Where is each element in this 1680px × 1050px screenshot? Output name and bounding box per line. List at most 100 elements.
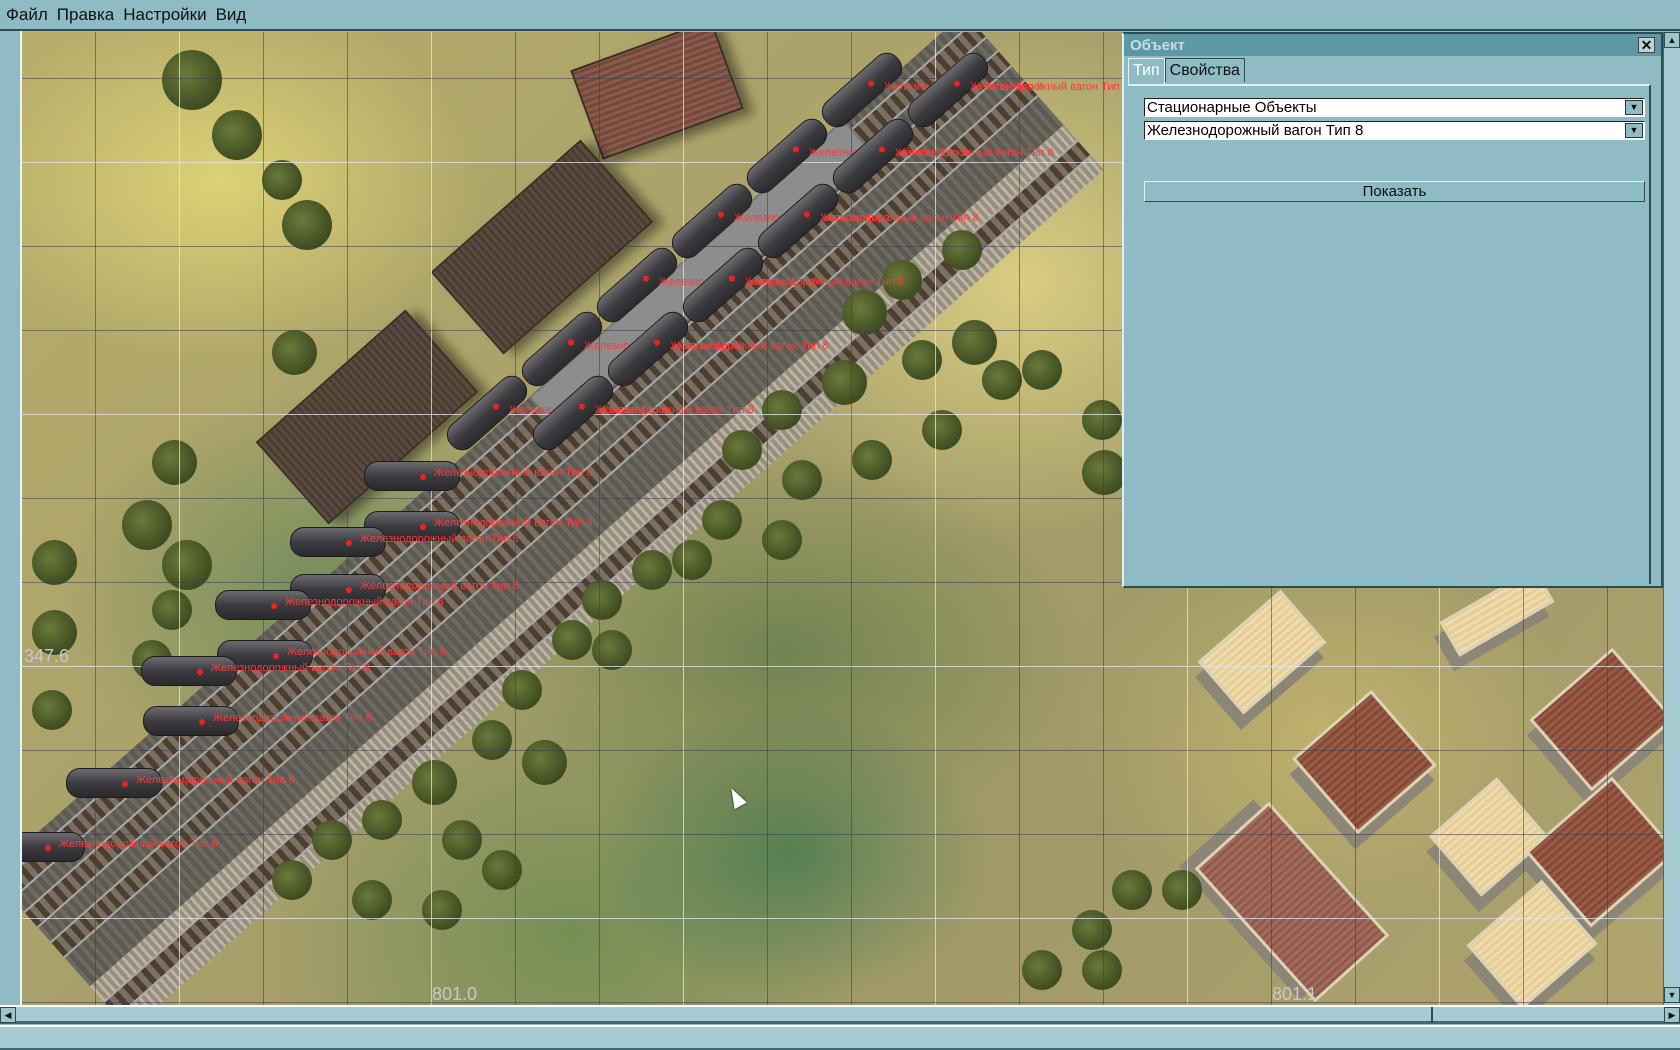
wagon-marker-icon [199, 719, 205, 725]
wagon-label: Железнодорожный вагон Тип 8 [820, 212, 979, 224]
wagon-marker-icon [716, 210, 726, 219]
wagon-label: Железнодорожный вагон Тип 8 [213, 712, 372, 724]
coord-label-bottom: 801.0 [432, 984, 478, 1004]
tree [482, 850, 522, 890]
tree [842, 290, 887, 335]
scroll-right-button[interactable]: ▶ [1664, 1007, 1680, 1023]
menu-file[interactable]: Файл [6, 5, 48, 25]
tree [782, 460, 822, 500]
wagon-label: Железнодорожный вагон Тип 8 [59, 838, 218, 850]
tab-content: Стационарные Объекты ▼ Железнодорожный в… [1128, 84, 1651, 584]
wagon-label: Железнодорожный вагон Тип 8 [136, 774, 295, 786]
grid-line [22, 1002, 1663, 1003]
tree [1162, 870, 1202, 910]
wagon-label: Железнодорожный вагон Тип 8 [970, 81, 1129, 93]
tree [32, 690, 72, 730]
house [1529, 647, 1663, 792]
wagon-marker-icon [866, 79, 876, 88]
tree [32, 540, 77, 585]
building [570, 32, 744, 160]
chevron-down-icon[interactable]: ▼ [1625, 123, 1643, 138]
grid-line [935, 32, 936, 1005]
wagon-label: Железнодорожный вагон Тип 8 [211, 662, 370, 674]
object-select[interactable]: Железнодорожный вагон Тип 8 ▼ [1144, 121, 1645, 140]
tree [592, 630, 632, 670]
panel-tabs: Тип Свойства [1128, 58, 1245, 84]
tree [632, 550, 672, 590]
tree [272, 330, 317, 375]
tree [1022, 350, 1062, 390]
left-frame [0, 31, 22, 1005]
wagon-marker-icon [491, 402, 501, 411]
object-panel: Объект ✕ Тип Свойства Стационарные Объек… [1122, 32, 1663, 588]
menu-settings[interactable]: Настройки [123, 5, 206, 25]
house [1197, 589, 1327, 715]
wagon-marker-icon [420, 524, 426, 530]
wagon-label: Железнодорожный вагон Тип 8 [434, 467, 593, 479]
horizontal-scrollbar[interactable]: ◀ ▶ [0, 1005, 1680, 1024]
menu-view[interactable]: Вид [216, 5, 247, 25]
tree [762, 390, 802, 430]
grid-line [22, 750, 1663, 751]
wagon-marker-icon [122, 781, 128, 787]
coord-label-left: 347.6 [24, 646, 70, 666]
category-select-value: Стационарные Объекты [1147, 99, 1317, 116]
tree [722, 430, 762, 470]
show-button[interactable]: Показать [1144, 181, 1645, 202]
tree [922, 410, 962, 450]
grid-line [599, 32, 600, 1005]
wagon-marker-icon [346, 587, 352, 593]
tree [942, 230, 982, 270]
menu-edit[interactable]: Правка [57, 5, 114, 25]
wagon-marker-icon [197, 669, 203, 675]
wagon-label: Железнодорожный вагон Тип 8 [285, 596, 444, 608]
tree [262, 160, 302, 200]
tab-type[interactable]: Тип [1128, 58, 1165, 84]
scroll-thumb[interactable] [1431, 1007, 1433, 1023]
menu-bar: Файл Правка Настройки Вид [0, 0, 1680, 31]
wagon-marker-icon [577, 402, 587, 411]
tree [822, 360, 867, 405]
scroll-left-button[interactable]: ◀ [0, 1007, 16, 1023]
tree [442, 820, 482, 860]
grid-line [22, 834, 1663, 835]
close-icon[interactable]: ✕ [1638, 37, 1655, 53]
wagon-label: Железнодорожный вагон Тип 8 [670, 340, 829, 352]
grid-line [263, 32, 264, 1005]
tree [702, 500, 742, 540]
tree [852, 440, 892, 480]
tree [352, 880, 392, 920]
scroll-down-button[interactable]: ▼ [1664, 987, 1680, 1003]
wagon-label: Железнодорожный вагон Тип 8 [895, 147, 1054, 159]
wagon-label: Железнодорожный вагон Тип 8 [595, 404, 754, 416]
grid-line [1103, 32, 1104, 1005]
tree [162, 50, 222, 110]
wagon-label: Железнодорожный вагон Тип 8 [745, 276, 904, 288]
vertical-scrollbar[interactable]: ▲ ▼ [1663, 32, 1680, 1005]
category-select[interactable]: Стационарные Объекты ▼ [1144, 98, 1645, 117]
wagon-marker-icon [566, 338, 576, 347]
wagon-marker-icon [952, 79, 962, 88]
tree [152, 440, 197, 485]
wagon-marker-icon [271, 603, 277, 609]
chevron-down-icon[interactable]: ▼ [1625, 100, 1643, 115]
tree [1082, 950, 1122, 990]
object-select-value: Железнодорожный вагон Тип 8 [1147, 122, 1364, 139]
wagon-label: Железнодорожный вагон Тип 8 [287, 646, 446, 658]
wagon-marker-icon [420, 474, 426, 480]
wagon-marker-icon [346, 540, 352, 546]
wagon-marker-icon [641, 274, 651, 283]
tree [762, 520, 802, 560]
tab-properties[interactable]: Свойства [1164, 58, 1245, 82]
tree [902, 340, 942, 380]
tree [552, 620, 592, 660]
wagon-marker-icon [877, 145, 887, 154]
scroll-up-button[interactable]: ▲ [1664, 32, 1680, 48]
tree [582, 580, 622, 620]
wagon-marker-icon [802, 210, 812, 219]
grid-line [347, 32, 348, 1005]
tree [672, 540, 712, 580]
tree [282, 200, 332, 250]
status-bar [0, 1025, 1680, 1050]
wagon-marker-icon [727, 274, 737, 283]
